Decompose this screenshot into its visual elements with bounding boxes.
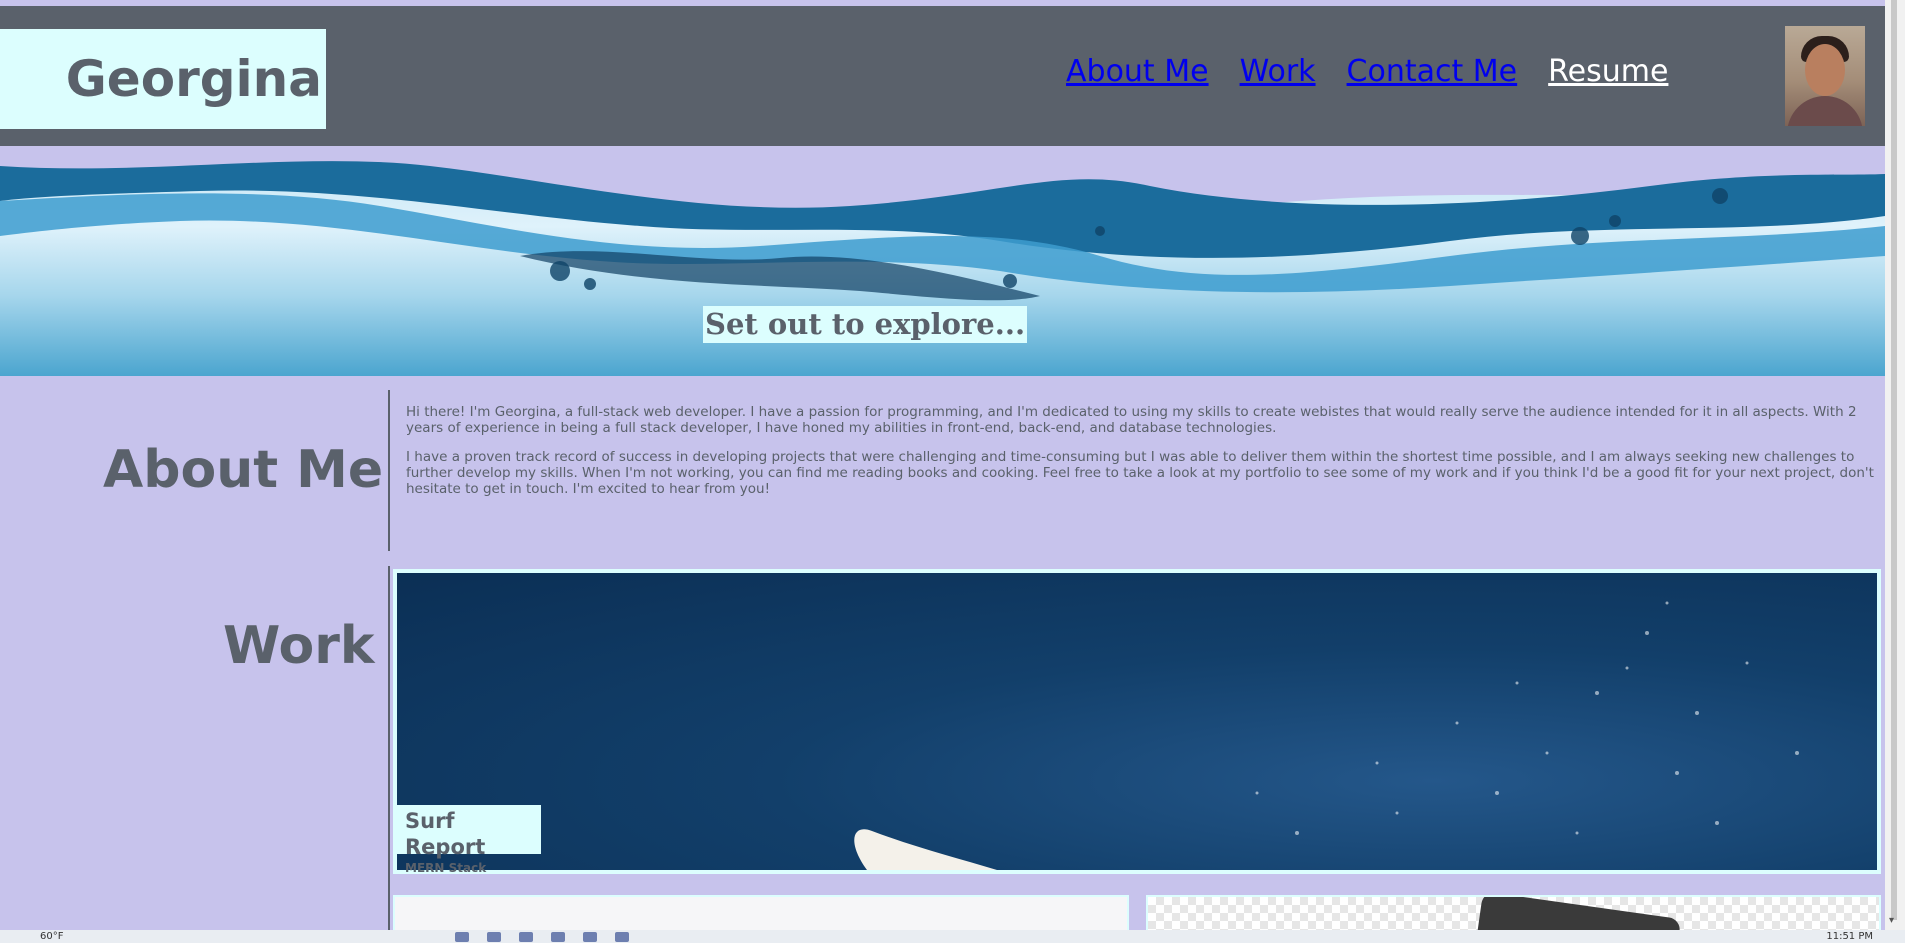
taskbar-app-icons — [455, 932, 629, 942]
vertical-scrollbar[interactable]: ▾ — [1885, 0, 1905, 930]
about-me-text: Hi there! I'm Georgina, a full-stack web… — [406, 404, 1874, 510]
os-taskbar: 60°F 11:51 PM — [0, 930, 1905, 943]
project-label-surf-report[interactable]: Surf Report MERN Stack — [397, 805, 541, 875]
search-icon[interactable] — [487, 932, 501, 942]
surf-photo — [854, 601, 1799, 870]
nav-link-work[interactable]: Work — [1240, 54, 1316, 89]
work-divider — [388, 566, 390, 943]
taskbar-weather[interactable]: 60°F — [40, 930, 63, 943]
scrollbar-thumb[interactable] — [1891, 0, 1897, 920]
mail-icon[interactable] — [583, 932, 597, 942]
hero-tagline: Set out to explore... — [703, 306, 1028, 343]
nav-link-contact-me[interactable]: Contact Me — [1347, 54, 1518, 89]
project-card-surf-report[interactable] — [393, 569, 1881, 874]
avatar-face — [1805, 44, 1845, 96]
editor-icon[interactable] — [615, 932, 629, 942]
scroll-down-arrow-icon[interactable]: ▾ — [1889, 915, 1894, 926]
browser-icon[interactable] — [519, 932, 533, 942]
files-icon[interactable] — [551, 932, 565, 942]
start-icon[interactable] — [455, 932, 469, 942]
nav-link-about-me[interactable]: About Me — [1066, 54, 1209, 89]
project-title: Surf Report — [405, 809, 486, 859]
brand-logo[interactable]: Georgina — [0, 29, 326, 129]
about-paragraph-1: Hi there! I'm Georgina, a full-stack web… — [406, 404, 1857, 436]
nav-link-resume[interactable]: Resume — [1548, 54, 1668, 89]
about-paragraph-2: I have a proven track record of success … — [406, 449, 1874, 497]
taskbar-clock[interactable]: 11:51 PM — [1826, 930, 1873, 943]
site-header: Georgina About Me Work Contact Me Resume — [0, 6, 1885, 146]
about-divider — [388, 390, 390, 551]
main-nav: About Me Work Contact Me Resume — [1066, 54, 1668, 89]
about-me-heading: About Me — [103, 440, 384, 500]
profile-photo — [1785, 26, 1865, 126]
work-heading: Work — [223, 616, 375, 676]
project-subtitle: MERN Stack — [405, 861, 487, 875]
avatar-shoulders — [1787, 96, 1863, 126]
